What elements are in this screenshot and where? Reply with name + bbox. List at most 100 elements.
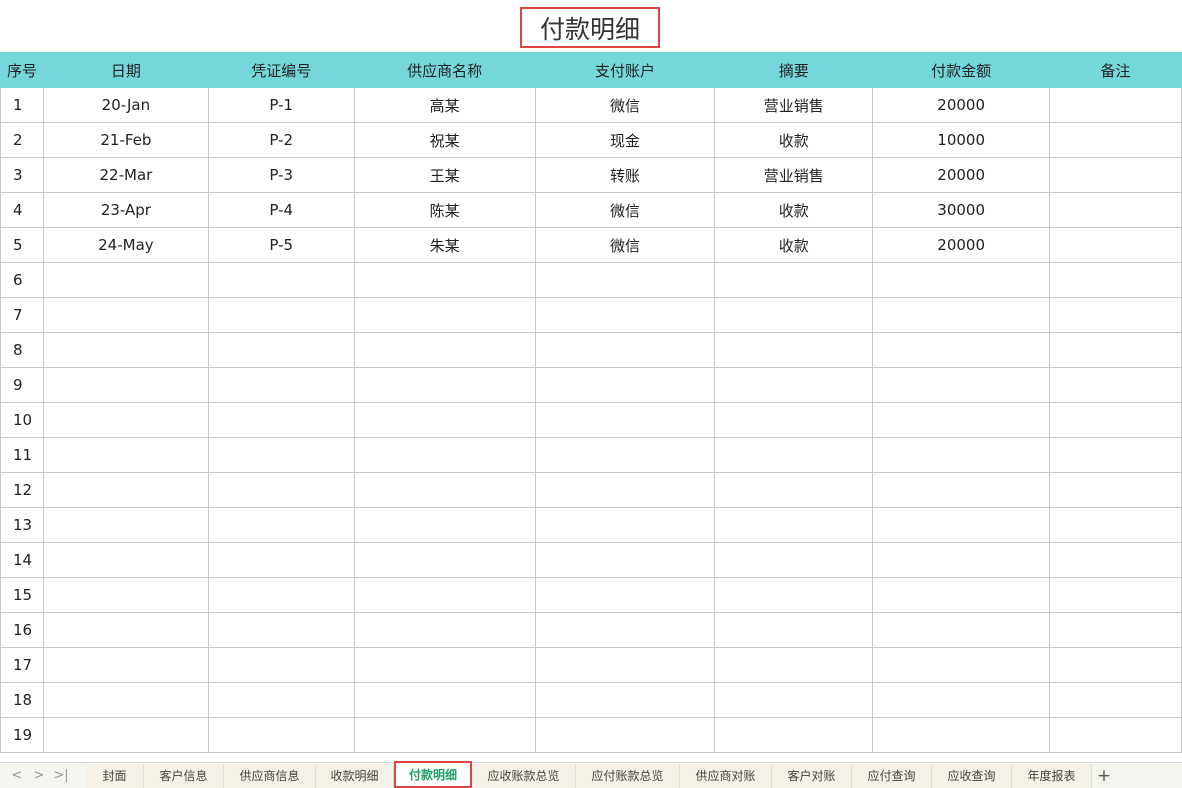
table-cell[interactable] [42, 332, 209, 368]
sheet-tab[interactable]: 应收账款总览 [472, 763, 576, 788]
table-cell[interactable] [534, 507, 716, 543]
table-cell[interactable] [1049, 647, 1182, 683]
sheet-tab[interactable]: 供应商对账 [680, 763, 772, 788]
row-number-cell[interactable]: 17 [0, 647, 44, 683]
table-cell[interactable] [872, 332, 1051, 368]
row-number-cell[interactable]: 18 [0, 682, 44, 718]
table-cell[interactable]: 24-May [42, 227, 209, 263]
column-header[interactable]: 凭证编号 [207, 52, 355, 88]
table-cell[interactable] [353, 612, 536, 648]
table-cell[interactable] [534, 472, 716, 508]
table-cell[interactable] [1049, 297, 1182, 333]
table-cell[interactable] [353, 297, 536, 333]
table-cell[interactable] [353, 542, 536, 578]
table-cell[interactable] [534, 402, 716, 438]
row-number-cell[interactable]: 5 [0, 227, 44, 263]
table-cell[interactable]: 收款 [714, 192, 874, 228]
table-cell[interactable]: 高某 [353, 87, 536, 123]
table-cell[interactable]: 微信 [534, 227, 716, 263]
row-number-cell[interactable]: 9 [0, 367, 44, 403]
row-number-cell[interactable]: 4 [0, 192, 44, 228]
table-cell[interactable] [1049, 542, 1182, 578]
table-cell[interactable] [207, 297, 355, 333]
table-cell[interactable]: 20000 [872, 157, 1051, 193]
table-cell[interactable] [207, 262, 355, 298]
table-cell[interactable]: 现金 [534, 122, 716, 158]
row-number-cell[interactable]: 15 [0, 577, 44, 613]
column-header[interactable]: 日期 [42, 52, 209, 88]
row-number-cell[interactable]: 8 [0, 332, 44, 368]
table-cell[interactable] [42, 367, 209, 403]
table-cell[interactable]: P-3 [207, 157, 355, 193]
sheet-tab[interactable]: 封面 [86, 763, 144, 788]
table-cell[interactable] [42, 647, 209, 683]
column-header[interactable]: 序号 [0, 52, 44, 88]
table-cell[interactable]: 20-Jan [42, 87, 209, 123]
table-cell[interactable] [1049, 437, 1182, 473]
table-cell[interactable] [207, 332, 355, 368]
row-number-cell[interactable]: 2 [0, 122, 44, 158]
row-number-cell[interactable]: 16 [0, 612, 44, 648]
table-cell[interactable] [42, 402, 209, 438]
column-header[interactable]: 支付账户 [534, 52, 716, 88]
sheet-tab[interactable]: 付款明细 [394, 761, 472, 788]
row-number-cell[interactable]: 11 [0, 437, 44, 473]
table-cell[interactable] [534, 682, 716, 718]
row-number-cell[interactable]: 14 [0, 542, 44, 578]
table-cell[interactable] [714, 402, 874, 438]
table-cell[interactable] [534, 437, 716, 473]
table-cell[interactable]: P-4 [207, 192, 355, 228]
table-cell[interactable]: 20000 [872, 227, 1051, 263]
row-number-cell[interactable]: 7 [0, 297, 44, 333]
table-cell[interactable] [714, 262, 874, 298]
table-cell[interactable]: 30000 [872, 192, 1051, 228]
table-cell[interactable] [207, 507, 355, 543]
table-cell[interactable] [1049, 367, 1182, 403]
table-cell[interactable] [353, 472, 536, 508]
table-cell[interactable] [534, 262, 716, 298]
row-number-cell[interactable]: 12 [0, 472, 44, 508]
table-cell[interactable] [42, 297, 209, 333]
table-cell[interactable] [872, 437, 1051, 473]
table-cell[interactable] [207, 682, 355, 718]
table-cell[interactable] [872, 682, 1051, 718]
table-cell[interactable] [207, 402, 355, 438]
table-cell[interactable] [42, 717, 209, 753]
table-cell[interactable] [207, 647, 355, 683]
table-cell[interactable] [42, 612, 209, 648]
table-cell[interactable] [1049, 227, 1182, 263]
table-cell[interactable]: 22-Mar [42, 157, 209, 193]
table-cell[interactable] [42, 507, 209, 543]
table-cell[interactable] [872, 262, 1051, 298]
table-cell[interactable] [534, 332, 716, 368]
table-cell[interactable]: 祝某 [353, 122, 536, 158]
row-number-cell[interactable]: 10 [0, 402, 44, 438]
table-cell[interactable] [1049, 122, 1182, 158]
table-cell[interactable]: 朱某 [353, 227, 536, 263]
table-cell[interactable] [1049, 332, 1182, 368]
table-cell[interactable] [534, 612, 716, 648]
table-cell[interactable] [207, 717, 355, 753]
table-cell[interactable] [207, 577, 355, 613]
table-cell[interactable]: 转账 [534, 157, 716, 193]
table-cell[interactable] [1049, 87, 1182, 123]
table-cell[interactable]: 收款 [714, 227, 874, 263]
table-cell[interactable] [207, 542, 355, 578]
table-cell[interactable]: 21-Feb [42, 122, 209, 158]
table-cell[interactable] [1049, 472, 1182, 508]
column-header[interactable]: 供应商名称 [353, 52, 536, 88]
row-number-cell[interactable]: 3 [0, 157, 44, 193]
table-cell[interactable]: 营业销售 [714, 157, 874, 193]
table-cell[interactable] [872, 402, 1051, 438]
table-cell[interactable] [42, 437, 209, 473]
table-cell[interactable] [534, 297, 716, 333]
sheet-tab[interactable]: 供应商信息 [224, 763, 316, 788]
table-cell[interactable] [714, 542, 874, 578]
row-number-cell[interactable]: 13 [0, 507, 44, 543]
table-cell[interactable] [42, 472, 209, 508]
table-cell[interactable] [872, 367, 1051, 403]
sheet-title[interactable]: 付款明细 [520, 7, 660, 48]
table-cell[interactable]: 收款 [714, 122, 874, 158]
add-sheet-button[interactable]: + [1092, 766, 1116, 786]
table-cell[interactable] [714, 612, 874, 648]
